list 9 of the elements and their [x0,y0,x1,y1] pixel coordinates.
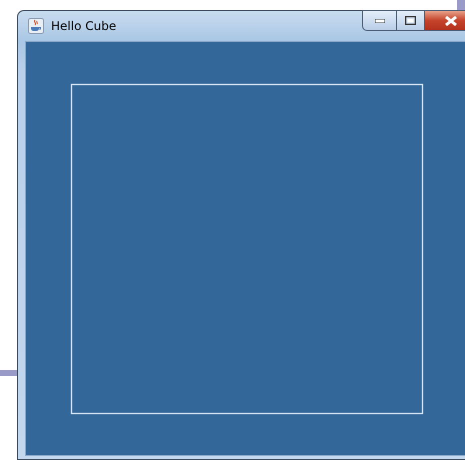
coffee-cup-icon [28,18,44,34]
close-button[interactable] [425,10,465,31]
minimize-button[interactable] [362,10,397,31]
close-icon [445,16,457,26]
background-bar [0,370,17,376]
maximize-icon [405,16,416,25]
window-title: Hello Cube [51,19,116,33]
maximize-button[interactable] [397,10,425,31]
minimize-icon [374,18,384,22]
